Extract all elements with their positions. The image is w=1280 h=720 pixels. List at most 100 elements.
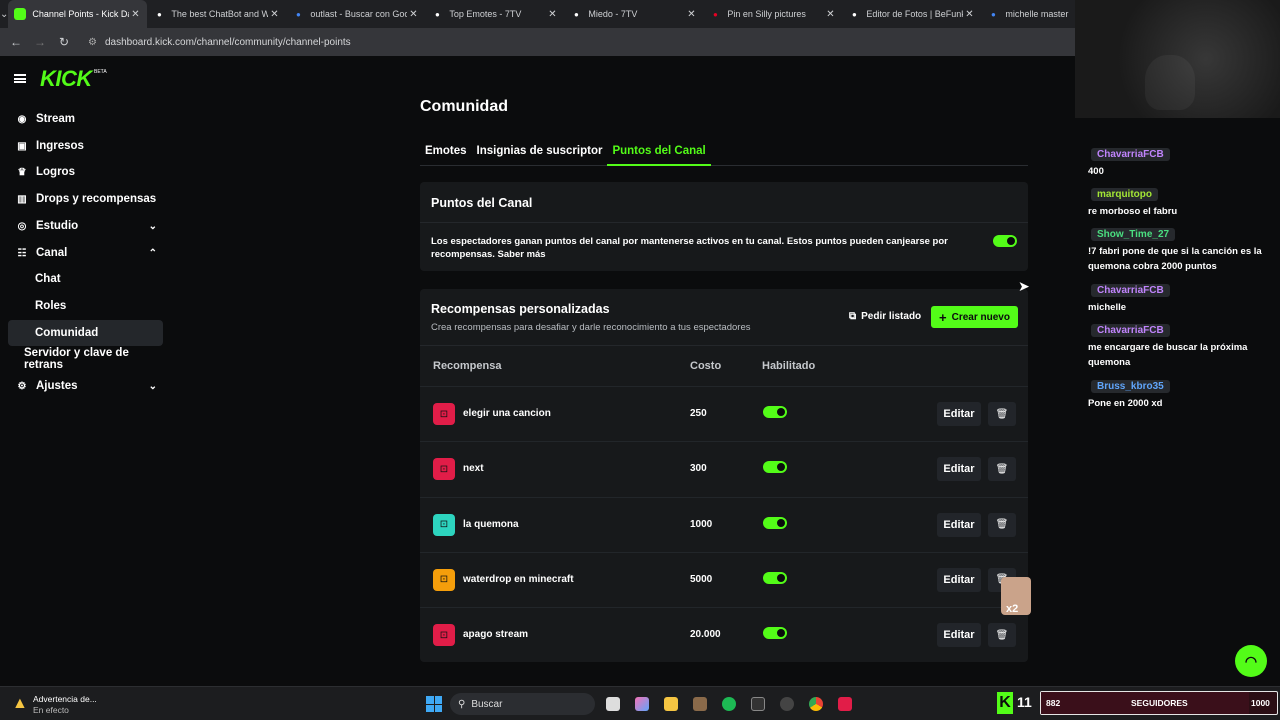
reward-enabled-toggle[interactable]	[763, 461, 787, 474]
sidebar-item-ajustes[interactable]: ⚙ Ajustes ⌄	[8, 373, 163, 399]
trash-icon[interactable]: 🗑	[988, 623, 1016, 648]
sidebar-subitem-server-key[interactable]: Servidor y clave de retrans	[8, 346, 163, 372]
windows-taskbar: ▲ Advertencia de... En efecto ⚲ Buscar K…	[0, 686, 1280, 720]
reward-name: elegir una cancion	[463, 408, 551, 419]
column-header-reward: Recompensa	[433, 360, 502, 372]
chat-username[interactable]: Show_Time_27	[1091, 228, 1176, 241]
chat-username[interactable]: Bruss_kbro35	[1091, 380, 1170, 393]
tab-title: Editor de Fotos | BeFunky	[866, 9, 964, 19]
sidebar-subitem-comunidad[interactable]: Comunidad	[8, 320, 163, 346]
sidebar-item-ingresos[interactable]: ▣ Ingresos	[8, 133, 163, 159]
sidebar-item-stream[interactable]: ◉ Stream	[8, 106, 163, 132]
close-icon[interactable]: ✕	[407, 9, 419, 20]
back-icon[interactable]: ←	[4, 35, 28, 49]
windows-start-icon[interactable]	[426, 696, 442, 712]
reward-row: ⊡ elegir una cancion 250 Editar 🗑	[420, 386, 1028, 441]
browser-tab-strip: ⌄ K Channel Points - Kick Das ✕ ● The best C…	[0, 0, 1113, 28]
sidebar-item-logros[interactable]: ♛ Logros	[8, 159, 163, 185]
headset-icon: ◠	[1244, 652, 1258, 669]
create-new-button[interactable]: + Crear nuevo	[931, 306, 1018, 328]
taskbar-search[interactable]: ⚲ Buscar	[450, 693, 595, 715]
studio-icon: ◎	[17, 220, 27, 232]
reward-row: ⊡waterdrop en minecraft5000Editar🗑	[420, 551, 1028, 607]
epic-games-icon[interactable]	[751, 697, 765, 711]
sidebar-item-label: Ajustes	[36, 380, 78, 392]
chat-username[interactable]: marquitopo	[1091, 188, 1158, 201]
menu-icon[interactable]	[14, 74, 26, 83]
browser-tab[interactable]: ● The best ChatBot and Wi ✕	[147, 0, 286, 28]
close-icon[interactable]: ✕	[824, 9, 836, 20]
edit-reward-button[interactable]: Editar	[937, 623, 981, 648]
reward-enabled-toggle[interactable]	[763, 516, 787, 529]
spotify-icon[interactable]	[722, 697, 736, 711]
reward-enabled-toggle[interactable]	[763, 571, 787, 584]
sidebar-item-drops[interactable]: ▥ Drops y recompensas	[8, 186, 163, 212]
close-icon[interactable]: ✕	[546, 9, 558, 20]
kick-logo[interactable]: KICK	[40, 66, 92, 92]
close-icon[interactable]: ✕	[268, 9, 280, 20]
chevron-up-icon: ⌃	[148, 247, 157, 259]
webcam-overlay	[1075, 0, 1280, 118]
tab-title: Channel Points - Kick Das	[32, 9, 130, 19]
export-list-button[interactable]: ⧉ Pedir listado	[841, 306, 929, 326]
copilot-icon[interactable]	[635, 697, 649, 711]
chat-username[interactable]: ChavarriaFCB	[1091, 148, 1170, 161]
sidebar-subitem-chat[interactable]: Chat	[8, 266, 163, 292]
trash-icon[interactable]: 🗑	[988, 512, 1016, 537]
button-label: Pedir listado	[861, 310, 922, 322]
button-label: Editar	[943, 573, 975, 586]
browser-tab[interactable]: K Channel Points - Kick Das ✕	[8, 0, 148, 28]
site-info-icon[interactable]: ⚙	[88, 37, 97, 48]
url-field[interactable]: ⚙ dashboard.kick.com/channel/community/c…	[88, 37, 351, 48]
browser-tab[interactable]: ● Editor de Fotos | BeFunky ✕	[842, 0, 981, 28]
url-text: dashboard.kick.com/channel/community/cha…	[104, 36, 351, 48]
tab-list-dropdown-icon[interactable]: ⌄	[0, 0, 8, 28]
reward-cost: 20.000	[690, 629, 721, 641]
sidebar-subitem-roles[interactable]: Roles	[8, 293, 163, 319]
browser-tab[interactable]: ● Miedo - 7TV ✕	[564, 0, 703, 28]
reward-name: apago stream	[463, 629, 529, 641]
browser-tab[interactable]: ● Pin en Silly pictures ✕	[703, 0, 842, 28]
browser-tab[interactable]: ● outlast - Buscar con Goog ✕	[286, 0, 425, 28]
trash-icon[interactable]: 🗑	[988, 457, 1016, 482]
edit-reward-button[interactable]: Editar	[937, 402, 981, 426]
reward-icon: ⊡	[433, 568, 455, 591]
sidebar-item-label: Comunidad	[35, 327, 99, 339]
browser-tab[interactable]: ● Top Emotes - 7TV ✕	[425, 0, 564, 28]
tab-channel-points[interactable]: Puntos del Canal	[607, 140, 711, 166]
support-chat-button[interactable]: ◠	[1235, 645, 1267, 677]
channel-points-toggle[interactable]	[993, 235, 1017, 247]
trash-icon[interactable]: 🗑	[988, 402, 1016, 426]
diamond-favicon: ●	[156, 9, 162, 19]
sidebar-item-estudio[interactable]: ◎ Estudio ⌄	[8, 213, 163, 239]
button-label: Editar	[943, 518, 975, 531]
chat-username[interactable]: ChavarriaFCB	[1091, 284, 1170, 297]
description-line: Los espectadores ganan puntos del canal …	[431, 236, 948, 247]
edit-reward-button[interactable]: Editar	[937, 567, 981, 592]
steam-icon[interactable]	[780, 697, 794, 711]
sidebar-item-canal[interactable]: ☷ Canal ⌃	[8, 240, 163, 266]
close-icon[interactable]: ✕	[963, 9, 975, 20]
reward-name: waterdrop en minecraft	[463, 573, 574, 585]
tab-emotes[interactable]: Emotes	[420, 140, 472, 166]
tab-subscriber-badges[interactable]: Insignias de suscriptor	[472, 140, 608, 166]
reload-icon[interactable]: ↻	[52, 35, 76, 49]
chrome-icon[interactable]	[809, 697, 823, 711]
forward-icon[interactable]: →	[28, 35, 52, 49]
edit-reward-button[interactable]: Editar	[937, 512, 981, 537]
chat-username[interactable]: ChavarriaFCB	[1091, 324, 1170, 337]
edit-reward-button[interactable]: Editar	[937, 457, 981, 482]
chevron-down-icon: ⌄	[148, 220, 157, 232]
tiktok-icon[interactable]	[838, 697, 852, 711]
reward-enabled-toggle[interactable]	[763, 406, 787, 418]
file-explorer-icon[interactable]	[664, 697, 678, 711]
google-favicon: ●	[990, 9, 996, 19]
close-icon[interactable]: ✕	[685, 9, 697, 20]
follower-number: 11	[1017, 694, 1032, 710]
task-view-icon[interactable]	[606, 697, 620, 711]
app-icon[interactable]	[693, 697, 707, 711]
reward-enabled-toggle[interactable]	[763, 627, 787, 640]
close-icon[interactable]: ✕	[129, 9, 141, 20]
warning-title[interactable]: Advertencia de...	[33, 694, 97, 704]
reward-row: ⊡ apago stream 20.000 Editar 🗑	[420, 607, 1028, 662]
